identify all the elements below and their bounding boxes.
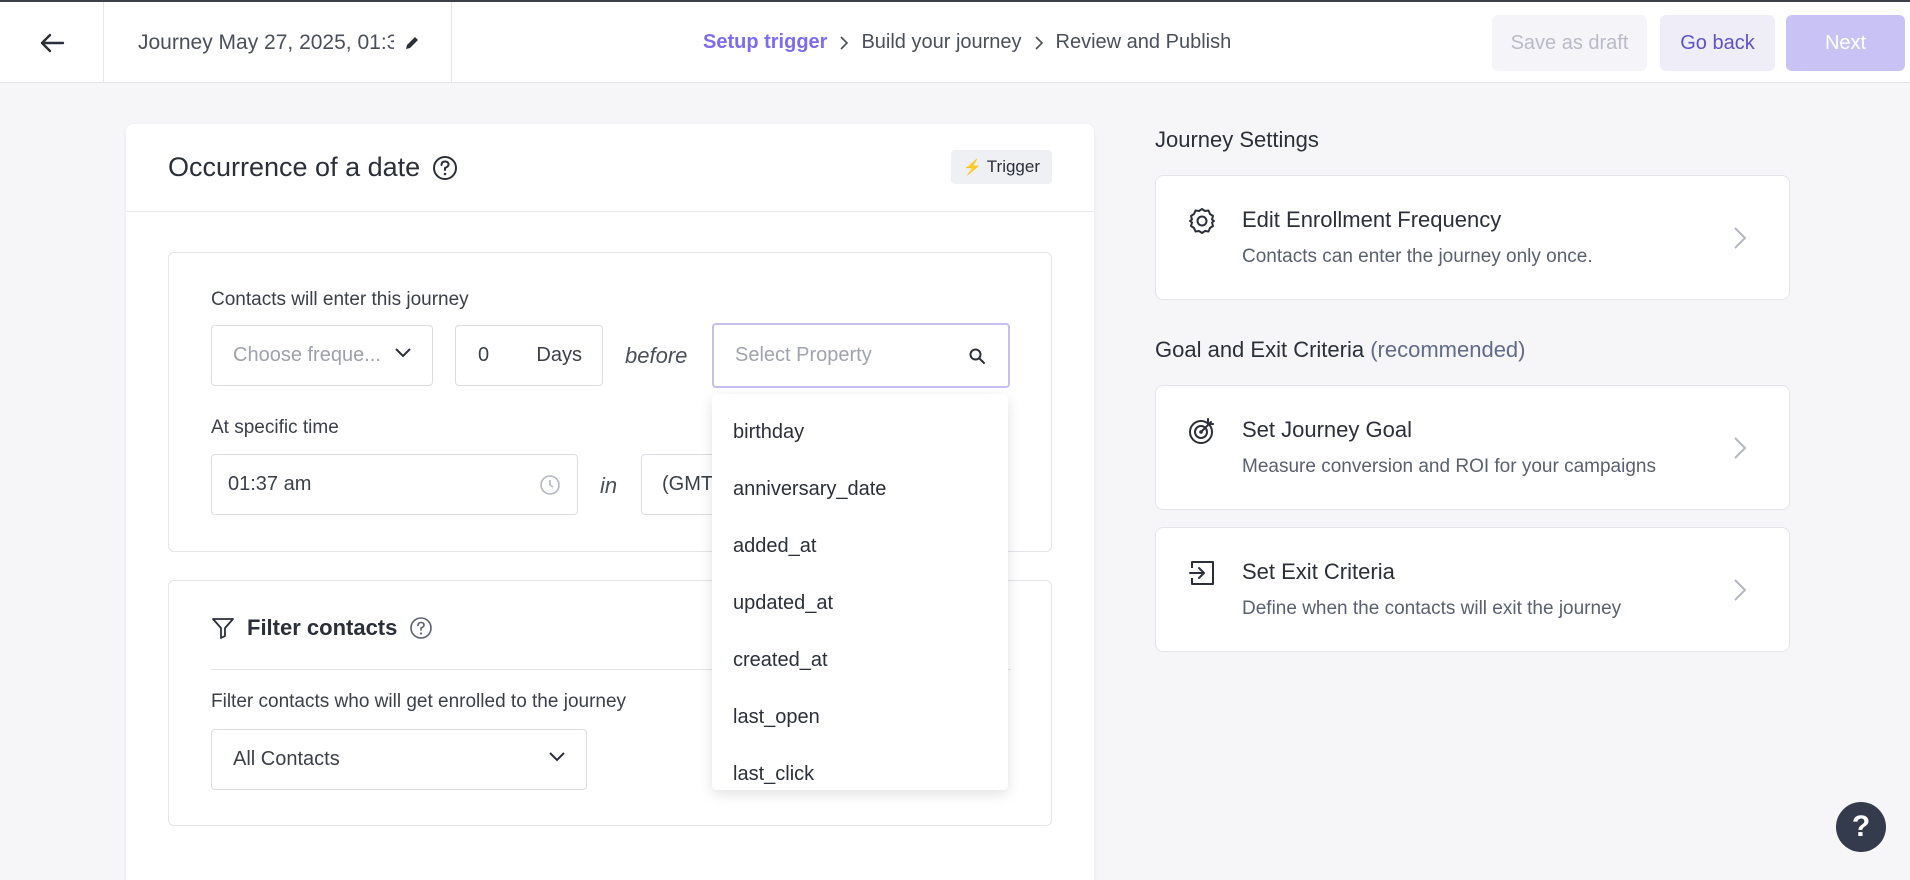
enrollment-frequency-card[interactable]: Edit Enrollment Frequency Contacts can e… [1155, 175, 1790, 300]
back-button[interactable] [0, 2, 104, 83]
step-setup-trigger[interactable]: Setup trigger [703, 31, 827, 54]
step-build-journey[interactable]: Build your journey [861, 31, 1021, 54]
exit-title: Set Exit Criteria [1242, 559, 1395, 584]
property-placeholder: Select Property [735, 344, 872, 366]
question-circle-icon[interactable] [432, 155, 458, 181]
dropdown-option[interactable]: last_open [712, 689, 1008, 746]
journey-settings-title: Journey Settings [1155, 127, 1319, 152]
dropdown-option[interactable]: created_at [712, 632, 1008, 689]
save-as-draft-button[interactable]: Save as draft [1492, 15, 1647, 71]
dropdown-option[interactable]: added_at [712, 518, 1008, 575]
filter-description: Filter contacts who will get enrolled to… [211, 691, 627, 712]
top-bar: Journey May 27, 2025, 01:37 Setup trigge… [0, 0, 1910, 83]
time-label: At specific time [211, 417, 339, 438]
before-label: before [625, 343, 688, 368]
target-icon [1187, 416, 1217, 446]
property-dropdown: birthday anniversary_date added_at updat… [712, 394, 1008, 790]
trigger-title: Occurrence of a date [168, 152, 421, 182]
dropdown-option[interactable]: updated_at [712, 575, 1008, 632]
bolt-icon: ⚡ [963, 159, 982, 176]
exit-criteria-card[interactable]: Set Exit Criteria Define when the contac… [1155, 527, 1790, 652]
trigger-badge-label: Trigger [986, 157, 1040, 176]
gear-icon [1187, 206, 1217, 236]
help-button[interactable]: ? [1836, 802, 1886, 852]
time-input[interactable]: 01:37 am [211, 454, 578, 515]
filter-title-text: Filter contacts [247, 615, 398, 640]
offset-value: 0 [478, 344, 490, 366]
enter-label: Contacts will enter this journey [211, 289, 469, 310]
chevron-right-icon [1733, 578, 1747, 602]
arrow-left-icon [40, 33, 64, 52]
goal-title: Set Journey Goal [1242, 417, 1412, 442]
dropdown-option[interactable]: birthday [712, 404, 1008, 461]
journey-name: Journey May 27, 2025, 01:37 [138, 30, 394, 54]
go-back-button[interactable]: Go back [1660, 15, 1775, 71]
enrollment-description: Contacts can enter the journey only once… [1242, 246, 1593, 267]
chevron-right-icon [839, 35, 849, 51]
question-circle-icon[interactable] [409, 616, 433, 640]
enrollment-title: Edit Enrollment Frequency [1242, 207, 1502, 232]
journey-name-field[interactable]: Journey May 27, 2025, 01:37 [104, 2, 452, 83]
goal-exit-title-text: Goal and Exit Criteria [1155, 337, 1365, 362]
chevron-right-icon [1733, 226, 1747, 250]
chevron-down-icon [394, 347, 412, 359]
time-value: 01:37 am [228, 473, 312, 495]
card-header: Occurrence of a date ⚡ Trigger [126, 124, 1094, 212]
chevron-right-icon [1034, 35, 1044, 51]
offset-unit: Days [536, 344, 582, 366]
contacts-filter-select[interactable]: All Contacts [211, 729, 587, 790]
recommended-note: (recommended) [1370, 337, 1526, 362]
timezone-value: (GMT [662, 473, 714, 495]
chevron-down-icon [548, 751, 566, 763]
filter-title: Filter contacts [211, 615, 433, 641]
clock-icon [539, 474, 561, 496]
in-label: in [600, 473, 618, 498]
contacts-filter-value: All Contacts [233, 748, 340, 770]
chevron-right-icon [1733, 436, 1747, 460]
property-search-input[interactable]: Select Property [712, 323, 1010, 388]
offset-days-input[interactable]: 0 Days [455, 325, 603, 386]
goal-description: Measure conversion and ROI for your camp… [1242, 456, 1656, 477]
goal-exit-title: Goal and Exit Criteria (recommended) [1155, 337, 1526, 363]
funnel-icon [211, 616, 235, 640]
pencil-icon[interactable] [404, 35, 420, 51]
dropdown-option[interactable]: last_click [712, 746, 1008, 790]
trigger-badge: ⚡ Trigger [951, 150, 1052, 184]
step-breadcrumb: Setup trigger Build your journey Review … [703, 2, 1231, 83]
frequency-placeholder: Choose freque... [233, 344, 381, 366]
journey-goal-card[interactable]: Set Journey Goal Measure conversion and … [1155, 385, 1790, 510]
search-icon [968, 347, 986, 365]
step-review-publish[interactable]: Review and Publish [1056, 31, 1232, 54]
next-button[interactable]: Next [1786, 15, 1905, 71]
card-title: Occurrence of a date [168, 152, 458, 183]
exit-icon [1187, 558, 1217, 588]
frequency-select[interactable]: Choose freque... [211, 325, 433, 386]
exit-description: Define when the contacts will exit the j… [1242, 598, 1622, 619]
dropdown-option[interactable]: anniversary_date [712, 461, 1008, 518]
